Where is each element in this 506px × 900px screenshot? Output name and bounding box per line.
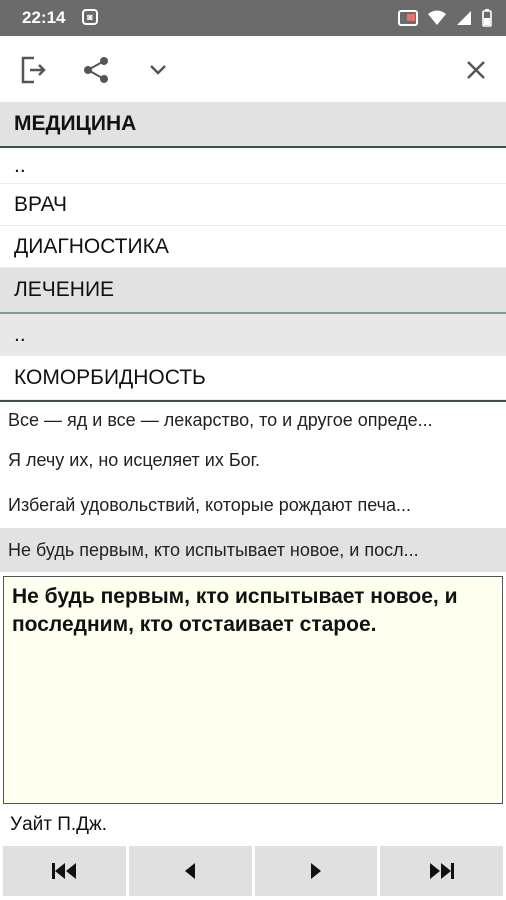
skip-first-icon xyxy=(52,863,77,879)
chevron-down-icon xyxy=(150,65,166,75)
section-treatment[interactable]: ЛЕЧЕНИЕ xyxy=(0,268,506,312)
parent-link-2[interactable]: .. xyxy=(0,314,506,356)
first-button[interactable] xyxy=(3,846,126,896)
status-time: 22:14 xyxy=(22,8,66,27)
section-medicine[interactable]: МЕДИЦИНА xyxy=(0,102,506,146)
toolbar xyxy=(0,36,506,102)
notification-icon: ◙ xyxy=(82,9,98,25)
cast-icon xyxy=(398,10,418,26)
signal-icon xyxy=(457,11,471,25)
next-button[interactable] xyxy=(254,846,378,896)
expand-button[interactable] xyxy=(140,52,176,88)
exit-icon xyxy=(21,56,46,84)
close-button[interactable] xyxy=(458,52,494,88)
quote-text: Избегай удовольствий, которые рождают пе… xyxy=(8,494,412,515)
quote-text: Не будь первым, кто испытывает новое, и … xyxy=(8,539,419,560)
section-comorbidity[interactable]: КОМОРБИДНОСТЬ xyxy=(0,356,506,400)
close-icon xyxy=(467,61,485,79)
quote-text: Я лечу их, но исцеляет их Бог. xyxy=(8,449,261,470)
status-bar: 22:14 ◙ xyxy=(0,0,506,36)
parent-link-1[interactable]: .. xyxy=(0,148,506,184)
quote-detail: Не будь первым, кто испытывает новое, и … xyxy=(3,576,503,804)
section-doctor[interactable]: ВРАЧ xyxy=(0,184,506,226)
quote-text: Все — яд и все — лекарство, то и другое … xyxy=(8,409,433,430)
battery-icon xyxy=(482,9,492,27)
previous-icon xyxy=(185,863,196,879)
navigation-bar xyxy=(0,844,506,900)
section-diagnostics[interactable]: ДИАГНОСТИКА xyxy=(0,226,506,268)
last-button[interactable] xyxy=(380,846,503,896)
quote-author: Уайт П.Дж. xyxy=(10,814,108,835)
skip-last-icon xyxy=(429,863,454,879)
wifi-icon xyxy=(428,10,446,25)
next-icon xyxy=(310,863,321,879)
quote-item[interactable]: Избегай удовольствий, которые рождают пе… xyxy=(0,482,506,528)
quote-item-selected[interactable]: Не будь первым, кто испытывает новое, и … xyxy=(0,528,506,572)
previous-button[interactable] xyxy=(128,846,252,896)
exit-button[interactable] xyxy=(15,52,51,88)
quote-item[interactable]: Все — яд и все — лекарство, то и другое … xyxy=(0,402,506,438)
status-icons xyxy=(398,9,492,27)
share-button[interactable] xyxy=(78,52,114,88)
share-icon xyxy=(84,57,108,83)
quote-item[interactable]: Я лечу их, но исцеляет их Бог. xyxy=(0,438,506,482)
